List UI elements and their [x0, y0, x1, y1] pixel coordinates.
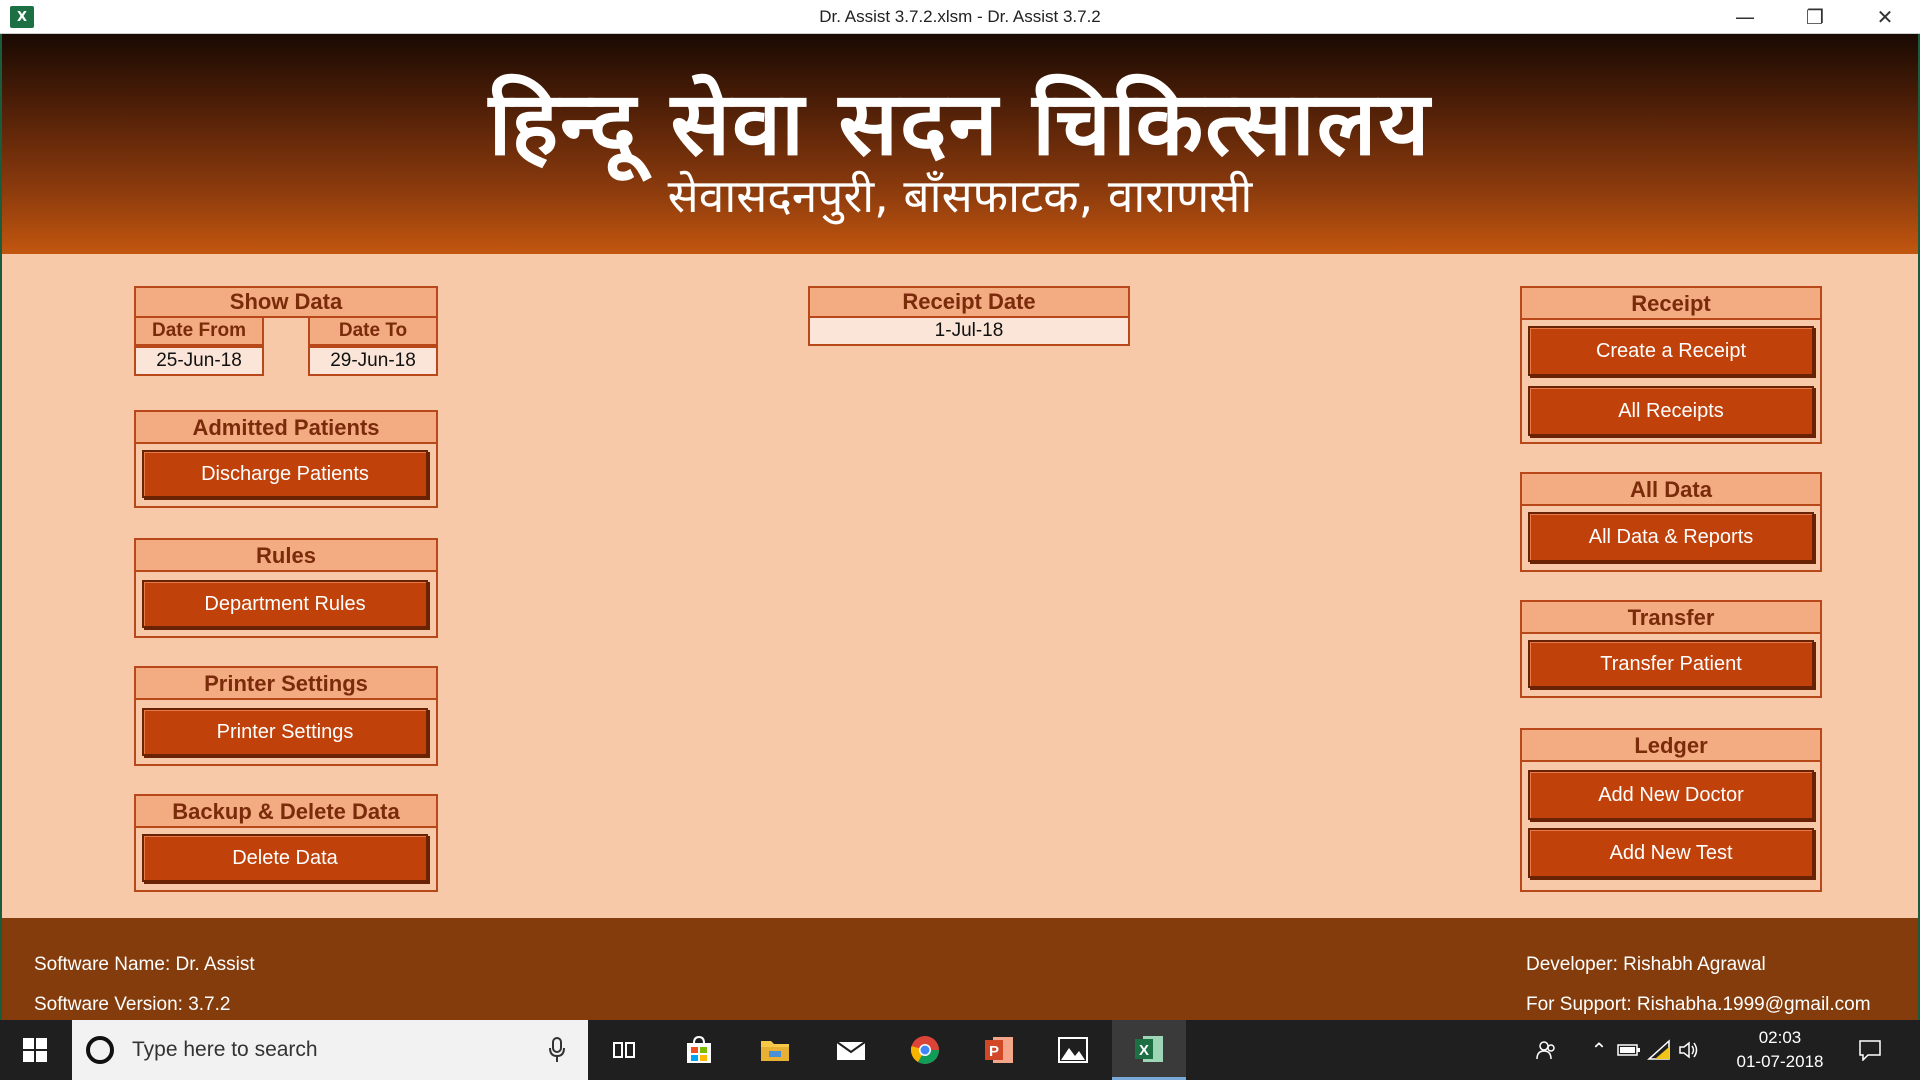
- chevron-up-icon[interactable]: ⌃: [1584, 1020, 1614, 1080]
- date-to-label: Date To: [308, 316, 438, 346]
- hospital-name: हिन्दू सेवा सदन चिकित्सालय: [488, 72, 1432, 175]
- printer-settings-panel: Printer Settings Printer Settings: [134, 666, 438, 766]
- photos-icon[interactable]: [1036, 1020, 1110, 1080]
- discharge-patients-button[interactable]: Discharge Patients: [142, 450, 428, 498]
- hospital-address: सेवासदनपुरी, बाँसफाटक, वाराणसी: [667, 169, 1253, 223]
- ledger-heading: Ledger: [1522, 730, 1820, 762]
- task-view-icon[interactable]: [588, 1020, 662, 1080]
- delete-data-button[interactable]: Delete Data: [142, 834, 428, 882]
- support-email: For Support: Rishabha.1999@gmail.com: [1526, 994, 1871, 1015]
- restore-icon[interactable]: ❐: [1780, 0, 1850, 34]
- all-data-heading: All Data: [1522, 474, 1820, 506]
- receipt-heading: Receipt: [1522, 288, 1820, 320]
- file-explorer-icon[interactable]: [738, 1020, 812, 1080]
- transfer-heading: Transfer: [1522, 602, 1820, 634]
- mail-icon[interactable]: [814, 1020, 888, 1080]
- people-icon[interactable]: [1528, 1020, 1564, 1080]
- footer: Software Name: Dr. Assist Software Versi…: [0, 918, 1920, 1020]
- notifications-icon[interactable]: [1848, 1020, 1892, 1080]
- battery-icon[interactable]: [1614, 1020, 1644, 1080]
- chrome-icon[interactable]: [888, 1020, 962, 1080]
- system-clock[interactable]: 02:03 01-07-2018: [1735, 1026, 1825, 1074]
- department-rules-button[interactable]: Department Rules: [142, 580, 428, 628]
- clock-time: 02:03: [1758, 1028, 1802, 1047]
- add-new-doctor-button[interactable]: Add New Doctor: [1528, 770, 1814, 820]
- all-data-reports-button[interactable]: All Data & Reports: [1528, 512, 1814, 562]
- powerpoint-icon[interactable]: P: [962, 1020, 1036, 1080]
- admitted-patients-heading: Admitted Patients: [136, 412, 436, 444]
- date-from-field[interactable]: 25-Jun-18: [134, 346, 264, 376]
- printer-settings-heading: Printer Settings: [136, 668, 436, 700]
- minimize-icon[interactable]: —: [1710, 0, 1780, 34]
- header-banner: हिन्दू सेवा सदन चिकित्सालय सेवासदनपुरी, …: [0, 34, 1920, 254]
- transfer-patient-button[interactable]: Transfer Patient: [1528, 640, 1814, 688]
- search-placeholder: Type here to search: [132, 1038, 318, 1061]
- svg-text:X: X: [1139, 1042, 1149, 1059]
- close-icon[interactable]: ✕: [1850, 0, 1920, 34]
- developer-name: Developer: Rishabh Agrawal: [1526, 954, 1766, 975]
- backup-delete-panel: Backup & Delete Data Delete Data: [134, 794, 438, 892]
- excel-icon[interactable]: X: [1112, 1020, 1186, 1080]
- software-version: Software Version: 3.7.2: [34, 994, 231, 1015]
- all-receipts-button[interactable]: All Receipts: [1528, 386, 1814, 436]
- date-from-label: Date From: [134, 316, 264, 346]
- create-receipt-button[interactable]: Create a Receipt: [1528, 326, 1814, 376]
- software-name: Software Name: Dr. Assist: [34, 954, 255, 975]
- taskbar-search[interactable]: Type here to search: [72, 1020, 588, 1080]
- clock-date: 01-07-2018: [1736, 1052, 1824, 1071]
- microphone-icon[interactable]: [547, 1036, 567, 1064]
- receipt-date-heading: Receipt Date: [808, 286, 1130, 318]
- admitted-patients-panel: Admitted Patients Discharge Patients: [134, 410, 438, 508]
- wifi-icon[interactable]: [1644, 1020, 1674, 1080]
- add-new-test-button[interactable]: Add New Test: [1528, 828, 1814, 878]
- svg-text:P: P: [989, 1043, 999, 1060]
- rules-heading: Rules: [136, 540, 436, 572]
- rules-panel: Rules Department Rules: [134, 538, 438, 638]
- all-data-panel: All Data All Data & Reports: [1520, 472, 1822, 572]
- volume-icon[interactable]: [1674, 1020, 1704, 1080]
- transfer-panel: Transfer Transfer Patient: [1520, 600, 1822, 698]
- windows-start-icon[interactable]: [0, 1020, 70, 1080]
- backup-delete-heading: Backup & Delete Data: [136, 796, 436, 828]
- printer-settings-button[interactable]: Printer Settings: [142, 708, 428, 756]
- receipt-panel: Receipt Create a Receipt All Receipts: [1520, 286, 1822, 444]
- date-to-field[interactable]: 29-Jun-18: [308, 346, 438, 376]
- ledger-panel: Ledger Add New Doctor Add New Test: [1520, 728, 1822, 892]
- show-data-heading: Show Data: [134, 286, 438, 318]
- cortana-icon[interactable]: [86, 1036, 114, 1064]
- store-icon[interactable]: [662, 1020, 736, 1080]
- receipt-date-field[interactable]: 1-Jul-18: [808, 316, 1130, 346]
- taskbar: Type here to search P X ⌃ 02:03 01-07-20…: [0, 1020, 1920, 1080]
- title-bar: X Dr. Assist 3.7.2.xlsm - Dr. Assist 3.7…: [0, 0, 1920, 34]
- window-title: Dr. Assist 3.7.2.xlsm - Dr. Assist 3.7.2: [819, 7, 1101, 26]
- main-area: Show Data Date From Date To 25-Jun-18 29…: [0, 254, 1920, 918]
